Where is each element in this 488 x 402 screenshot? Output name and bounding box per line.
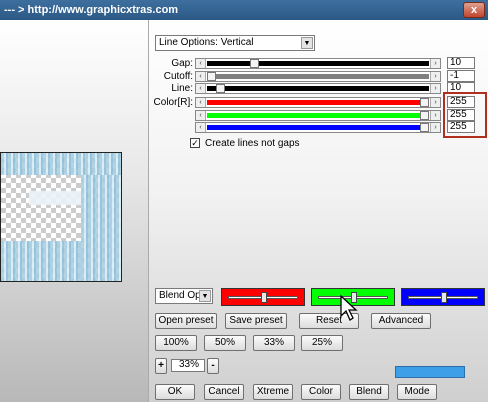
settings-panel: Line Options: Vertical ▼ Gap: ‹ › 10 Cutoff:… [148, 20, 488, 402]
slider-track[interactable]: ‹ › [195, 58, 441, 69]
chevron-right-icon[interactable]: › [430, 111, 440, 120]
chevron-right-icon[interactable]: › [430, 123, 440, 132]
create-lines-label: Create lines not gaps [205, 138, 300, 149]
mouse-cursor-icon [340, 294, 358, 321]
chevron-left-icon[interactable]: ‹ [196, 98, 206, 107]
zoom-100-button[interactable]: 100% [155, 335, 197, 351]
color-bar-blue[interactable] [401, 288, 485, 306]
xtreme-button[interactable]: Xtreme [253, 384, 293, 400]
color-button[interactable]: Color [301, 384, 341, 400]
chevron-left-icon[interactable]: ‹ [196, 59, 206, 68]
chevron-right-icon[interactable]: › [430, 59, 440, 68]
slider-track[interactable]: ‹ › [195, 97, 441, 108]
preview-pane[interactable] [0, 20, 148, 402]
slider-fill [207, 61, 429, 66]
chevron-left-icon[interactable]: ‹ [196, 123, 206, 132]
chevron-down-icon[interactable]: ▼ [199, 290, 211, 302]
preview-highlight [29, 191, 81, 205]
blend-button[interactable]: Blend [349, 384, 389, 400]
chevron-right-icon[interactable]: › [430, 72, 440, 81]
slider-value-field[interactable]: -1 [447, 70, 475, 82]
zoom-25-button[interactable]: 25% [301, 335, 343, 351]
chevron-right-icon[interactable]: › [430, 98, 440, 107]
highlight-box [443, 92, 487, 138]
ok-button[interactable]: OK [155, 384, 195, 400]
slider-fill [207, 100, 429, 105]
slider-label: Cutoff: [163, 71, 193, 82]
zoom-33-button[interactable]: 33% [253, 335, 295, 351]
slider-thumb[interactable] [420, 98, 429, 107]
color-bar-red[interactable] [221, 288, 305, 306]
slider-thumb[interactable] [250, 59, 259, 68]
slider-label: Gap: [171, 58, 193, 69]
chevron-right-icon[interactable]: › [430, 84, 440, 93]
slider-fill [207, 74, 429, 79]
chevron-down-icon[interactable]: ▼ [301, 37, 313, 49]
slider-thumb[interactable] [207, 72, 216, 81]
mode-button[interactable]: Mode [397, 384, 437, 400]
color-swatch[interactable] [395, 366, 465, 378]
slider-track[interactable]: ‹ › [195, 83, 441, 94]
slider-label: Line: [171, 83, 193, 94]
zoom-in-button[interactable]: + [155, 358, 167, 374]
chevron-left-icon[interactable]: ‹ [196, 111, 206, 120]
preview-stripes-right [81, 175, 121, 281]
line-options-value: Line Options: Vertical [159, 37, 254, 48]
slider-value-field[interactable]: 10 [447, 57, 475, 69]
slider-thumb[interactable] [420, 111, 429, 120]
slider-label: Color[R]: [153, 97, 193, 108]
chevron-left-icon[interactable]: ‹ [196, 72, 206, 81]
slider-track[interactable]: ‹ › [195, 110, 441, 121]
save-preset-button[interactable]: Save preset [225, 313, 287, 329]
window-title: --- > http://www.graphicxtras.com [4, 4, 179, 16]
open-preset-button[interactable]: Open preset [155, 313, 217, 329]
preview-stripes-bottom [1, 241, 81, 281]
advanced-button[interactable]: Advanced [371, 313, 431, 329]
blend-options-dropdown[interactable]: Blend Optio ▼ [155, 288, 213, 304]
title-bar: --- > http://www.graphicxtras.com x [0, 0, 488, 20]
slider-thumb[interactable] [216, 84, 225, 93]
color-bar-knob[interactable] [441, 292, 447, 303]
color-bar-knob[interactable] [261, 292, 267, 303]
slider-fill [207, 86, 429, 91]
zoom-out-button[interactable]: - [207, 358, 219, 374]
create-lines-checkbox[interactable]: ✓ [190, 138, 200, 148]
cancel-button[interactable]: Cancel [204, 384, 244, 400]
preview-image[interactable] [0, 152, 122, 282]
slider-fill [207, 113, 429, 118]
slider-thumb[interactable] [420, 123, 429, 132]
slider-fill [207, 125, 429, 130]
zoom-value-field[interactable]: 33% [171, 359, 205, 372]
chevron-left-icon[interactable]: ‹ [196, 84, 206, 93]
line-options-dropdown[interactable]: Line Options: Vertical ▼ [155, 35, 315, 51]
slider-track[interactable]: ‹ › [195, 122, 441, 133]
slider-track[interactable]: ‹ › [195, 71, 441, 82]
checkmark-icon: ✓ [191, 138, 199, 148]
close-button[interactable]: x [463, 2, 485, 18]
preview-stripes-top [1, 153, 121, 175]
zoom-50-button[interactable]: 50% [204, 335, 246, 351]
